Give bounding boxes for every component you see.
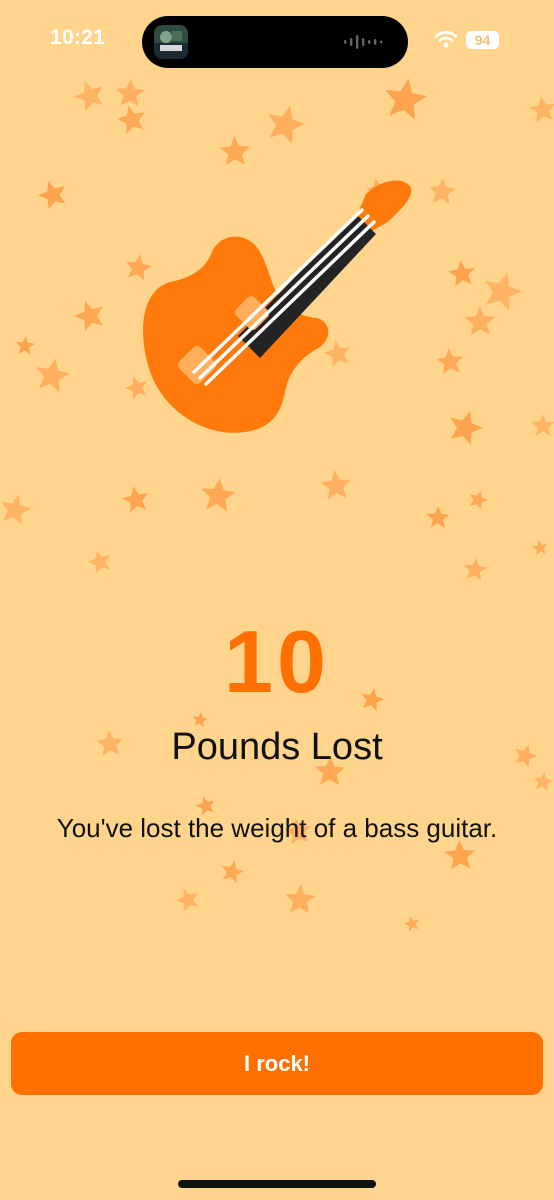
pounds-lost-value: 10	[224, 612, 330, 711]
confetti-star	[115, 79, 145, 107]
confetti-star	[176, 888, 198, 912]
confetti-star	[485, 272, 522, 311]
bass-guitar-icon	[143, 180, 412, 433]
confetti-star	[385, 78, 427, 120]
confetti-star	[201, 478, 236, 512]
home-indicator[interactable]	[178, 1180, 376, 1188]
confetti-star	[74, 300, 103, 332]
dynamic-island	[142, 16, 408, 68]
confetti-star	[74, 80, 104, 112]
pounds-lost-unit: Pounds Lost	[171, 726, 383, 768]
achievement-message: You've lost the weight of a bass guitar.	[56, 813, 498, 843]
confetti-star	[464, 306, 496, 336]
confetti-star	[221, 860, 244, 884]
confetti-star	[532, 540, 548, 556]
confetti-star	[268, 105, 305, 144]
confetti-star	[88, 550, 110, 574]
confetti-star	[404, 916, 419, 932]
battery-indicator: 94	[466, 31, 499, 49]
achievement-screen: 10:21 94 10 Pounds Lost You've lost the …	[0, 0, 554, 1200]
app-thumbnail-icon	[154, 25, 188, 59]
confetti-star	[436, 348, 463, 375]
confetti-star	[469, 490, 488, 510]
confetti-star	[320, 470, 351, 500]
confetti-star	[1, 494, 31, 525]
confetti-star	[15, 336, 35, 355]
confetti-star	[37, 180, 66, 210]
confetti-star	[429, 178, 456, 204]
confetti-star	[448, 260, 475, 287]
confetti-star	[36, 358, 70, 393]
confetti-star	[285, 884, 316, 914]
confetti-star	[122, 486, 149, 513]
status-time: 10:21	[50, 26, 106, 49]
confetti-star	[529, 96, 554, 123]
confetti-star	[534, 772, 553, 791]
confetti-star	[464, 558, 487, 581]
confetti-star	[531, 414, 554, 436]
confetti-star	[219, 136, 251, 166]
wifi-icon	[434, 31, 458, 48]
i-rock-button[interactable]: I rock!	[11, 1032, 543, 1095]
waveform-icon	[344, 35, 383, 49]
confetti-star	[450, 410, 483, 446]
confetti-star	[117, 105, 145, 134]
confetti-star	[426, 506, 450, 528]
